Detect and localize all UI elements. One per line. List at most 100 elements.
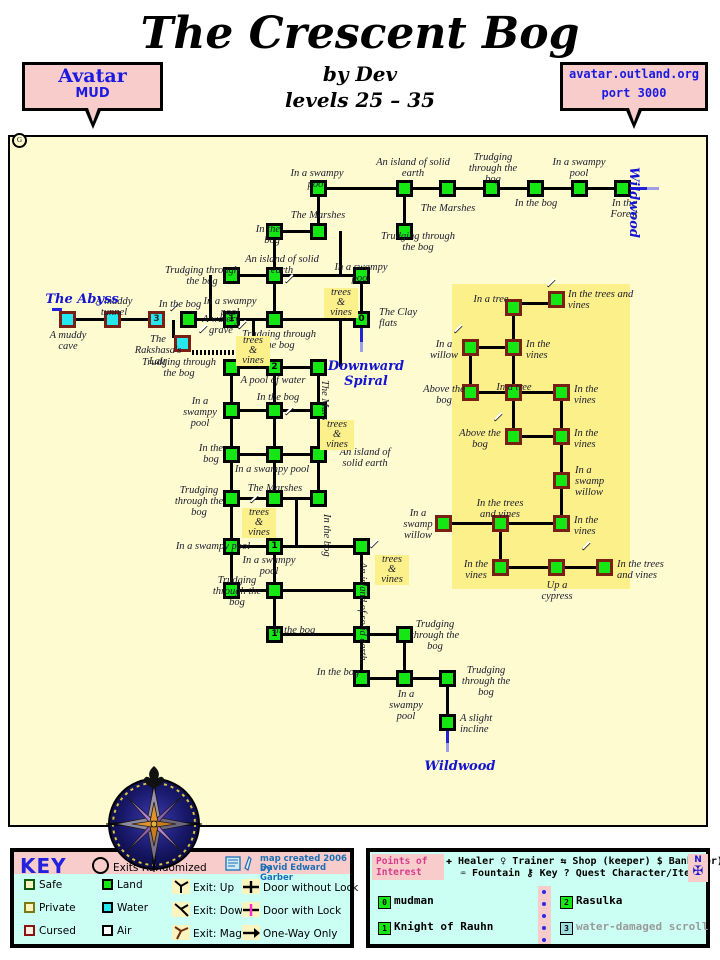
magical-exit-tick-icon (250, 493, 260, 504)
poi-entry-label: water-damaged scroll (576, 920, 709, 933)
key-terrain-land: Land (102, 879, 143, 891)
map-room-node[interactable] (310, 223, 327, 240)
magical-exit-tick-icon (547, 277, 557, 288)
map-room-node[interactable] (396, 180, 413, 197)
key-terrain-air-label: Air (117, 925, 132, 937)
map-room-node[interactable] (439, 180, 456, 197)
room-label: In a swampy pool (175, 541, 251, 552)
trees-and-vines-label: trees & vines (324, 287, 358, 318)
map-room-node[interactable] (439, 714, 456, 731)
map-room-node[interactable] (310, 490, 327, 507)
map-room-node[interactable] (553, 472, 570, 489)
map-room-node[interactable] (266, 446, 283, 463)
room-label: In the bog (514, 198, 558, 209)
room-label: The Marshes (290, 210, 346, 221)
key-room-private: Private (24, 902, 76, 914)
key-door-lock-label: Door with Lock (263, 905, 342, 917)
zone-label: Downward Spiral (327, 359, 405, 389)
poi-entry-label: Knight of Rauhn (394, 920, 494, 933)
map-room-node[interactable] (266, 311, 283, 328)
magical-exit-tick-icon (285, 405, 295, 416)
room-label: Above the bog (459, 428, 501, 450)
compass-diamond-icon: ✠ (692, 864, 704, 879)
map-room-node[interactable] (439, 670, 456, 687)
map-canvas[interactable]: G 103211 In a swampy pool An island of so… (8, 133, 708, 873)
room-label: In a swampy pool (389, 689, 423, 722)
water-swatch (102, 902, 113, 913)
map-room-node[interactable] (553, 428, 570, 445)
map-edge (274, 318, 361, 321)
magical-exit-tick-icon (582, 540, 592, 551)
room-label: In a swamp willow (403, 508, 433, 541)
key-terrain-land-label: Land (117, 879, 143, 891)
key-door-nolock: Door without Lock (242, 879, 358, 894)
key-exit-up: Exit: Up (172, 879, 234, 894)
room-label: An island of solid earth (376, 157, 450, 179)
magical-exit-tick-icon (494, 411, 504, 422)
key-terrain-water: Water (102, 902, 148, 914)
poi-entry-rasulka[interactable]: 2 Rasulka (560, 894, 622, 909)
poi-entry-water-damaged-scroll[interactable]: 3 water-damaged scroll (560, 920, 708, 935)
key-door-lock: Door with Lock (242, 902, 341, 917)
poi-entry-label: mudman (394, 894, 434, 907)
room-label: In the trees and vines (476, 498, 524, 520)
map-room-node[interactable] (548, 291, 565, 308)
map-room-node[interactable] (353, 538, 370, 555)
key-room-cursed: Cursed (24, 925, 76, 937)
room-label: Trudging through the bog (468, 152, 518, 185)
room-label: In a tree (496, 382, 532, 393)
poi-entry-mudman[interactable]: 0 mudman (378, 894, 434, 909)
map-room-node[interactable] (527, 180, 544, 197)
poi-title-line2: Interest (376, 867, 422, 878)
safe-room-swatch (24, 879, 35, 890)
map-room-node[interactable] (59, 311, 76, 328)
exit-down-icon (172, 902, 190, 917)
magical-exit-tick-icon (285, 273, 295, 284)
map-room-node[interactable] (505, 428, 522, 445)
room-label: The Marshes (247, 483, 303, 494)
room-marker-number: 2 (271, 362, 278, 372)
map-edge-stub (647, 187, 659, 190)
room-label: Trudging through the bog (142, 357, 217, 379)
room-label: In the trees and vines (617, 559, 664, 581)
divider-dot (542, 890, 546, 894)
room-label: The Clay flats (379, 307, 418, 329)
page-title: The Crescent Bog (140, 8, 580, 59)
map-room-node[interactable]: 1 (266, 538, 283, 555)
map-room-node[interactable] (596, 559, 613, 576)
map-room-node[interactable] (553, 515, 570, 532)
server-address-banner: avatar.outland.org port 3000 (560, 62, 708, 129)
key-exit-up-label: Exit: Up (193, 882, 235, 894)
divider-dot (542, 914, 546, 918)
poi-entry-knight-of-rauhn[interactable]: 1 Knight of Rauhn (378, 920, 493, 935)
key-room-safe-label: Safe (39, 879, 63, 891)
map-room-node[interactable] (396, 670, 413, 687)
map-room-node[interactable] (553, 384, 570, 401)
room-label: In the vines (574, 515, 599, 537)
room-label: An island of solid earth (245, 254, 319, 276)
avatar-mud-banner: Avatar MUD (22, 62, 163, 129)
room-label: In a swampy pool (334, 262, 388, 284)
map-room-node[interactable] (266, 582, 283, 599)
map-room-node[interactable] (505, 339, 522, 356)
map-room-node[interactable] (266, 402, 283, 419)
room-label: In a tree (473, 294, 509, 305)
poi-title: Points of Interest (376, 856, 427, 878)
map-room-node[interactable] (548, 559, 565, 576)
scroll-quill-icon (225, 855, 259, 877)
map-room-node[interactable] (571, 180, 588, 197)
map-edge-stub (446, 731, 449, 743)
room-label: Trudging through the bog (174, 485, 224, 518)
room-label: In the bog (158, 299, 202, 310)
room-label: In the bog (316, 667, 360, 678)
map-room-node[interactable]: 3 (148, 311, 165, 328)
poi-marker-chip: 1 (378, 922, 391, 935)
room-label: In the vines (574, 384, 599, 406)
map-edge-stub (360, 342, 363, 352)
compass-rose-icon (95, 762, 213, 880)
banner-left-line2: MUD (75, 86, 110, 101)
room-label: Trudging through the bog (380, 231, 455, 253)
room-label: In a swampy pool (183, 396, 217, 429)
divider-dot (542, 902, 546, 906)
key-oneway-label: One-Way Only (263, 928, 338, 940)
